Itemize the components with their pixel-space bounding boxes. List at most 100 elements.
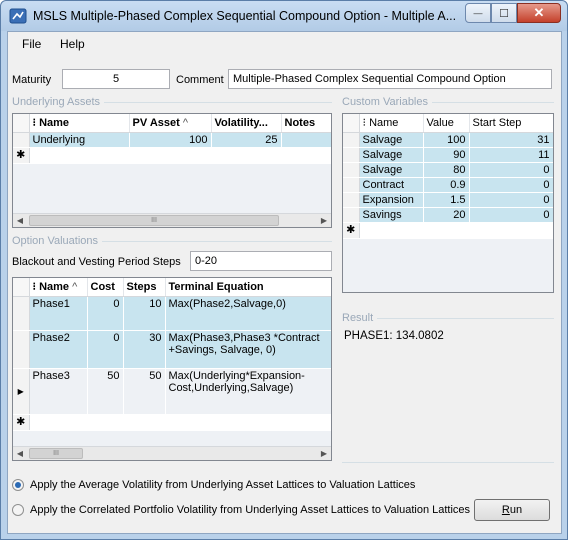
asset-notes-cell[interactable] — [281, 132, 331, 148]
phase-steps-cell[interactable]: 30 — [123, 330, 166, 369]
var-value-cell[interactable]: 100 — [423, 132, 470, 148]
col-header-notes[interactable]: Notes — [281, 114, 331, 133]
phase-cost-cell[interactable]: 0 — [87, 330, 124, 369]
maturity-label: Maturity — [12, 74, 52, 86]
new-row-icon: ✱ — [13, 147, 30, 164]
table-row[interactable]: Salvage 90 11 — [343, 147, 553, 163]
phase-cost-cell[interactable]: 0 — [87, 296, 124, 331]
asset-volatility-cell[interactable]: 25 — [211, 132, 282, 148]
table-row[interactable]: Phase1 0 10 Max(Phase2,Salvage,0) — [13, 296, 331, 331]
new-row-icon: ✱ — [343, 222, 360, 239]
comment-input[interactable]: Multiple-Phased Complex Sequential Compo… — [228, 69, 552, 89]
scroll-thumb[interactable]: III — [29, 215, 279, 226]
table-row[interactable]: Expansion 1.5 0 — [343, 192, 553, 208]
menu-file[interactable]: File — [22, 37, 41, 51]
scroll-right-icon[interactable]: ▶ — [317, 214, 331, 227]
col-header-phase-name[interactable]: ⁝ Name ^ — [29, 278, 88, 297]
col-header-volatility[interactable]: Volatility... — [211, 114, 282, 133]
phase-cost-cell[interactable]: 50 — [87, 368, 124, 415]
table-row[interactable]: Phase2 0 30 Max(Phase3,Phase3 *Contract … — [13, 330, 331, 369]
var-name-cell[interactable]: Salvage — [359, 147, 424, 163]
correlated-volatility-label[interactable]: Apply the Correlated Portfolio Volatilit… — [30, 504, 470, 516]
var-value-cell[interactable]: 80 — [423, 162, 470, 178]
blackout-input[interactable]: 0-20 — [190, 251, 332, 271]
var-value-cell[interactable]: 0.9 — [423, 177, 470, 193]
main-window: MSLS Multiple-Phased Complex Sequential … — [0, 0, 568, 540]
var-start-step-cell[interactable]: 0 — [469, 162, 553, 178]
var-value-cell[interactable]: 20 — [423, 207, 470, 223]
var-start-step-cell[interactable]: 31 — [469, 132, 553, 148]
var-value-cell[interactable]: 90 — [423, 147, 470, 163]
var-name-cell[interactable]: Expansion — [359, 192, 424, 208]
table-row[interactable]: Salvage 80 0 — [343, 162, 553, 178]
asset-grid-scrollbar[interactable]: ◀ III ▶ — [13, 213, 331, 227]
table-row[interactable]: ▶ Phase3 50 50 Max(Underlying*Expansion-… — [13, 368, 331, 415]
title-bar[interactable]: MSLS Multiple-Phased Complex Sequential … — [1, 1, 567, 31]
close-icon: ✕ — [533, 5, 545, 20]
col-header-cost[interactable]: Cost — [87, 278, 124, 297]
underlying-assets-title: Underlying Assets — [12, 96, 105, 108]
phase-name-cell[interactable]: Phase2 — [29, 330, 88, 369]
var-name-cell[interactable]: Salvage — [359, 162, 424, 178]
menu-bar: File Help — [8, 32, 561, 56]
scroll-left-icon[interactable]: ◀ — [13, 447, 27, 460]
var-start-step-cell[interactable]: 11 — [469, 147, 553, 163]
option-valuations-group: Option Valuations — [12, 235, 332, 249]
asset-name-cell[interactable]: Underlying — [29, 132, 130, 148]
correlated-volatility-radio[interactable] — [12, 504, 24, 516]
scroll-thumb[interactable]: III — [29, 448, 83, 459]
var-start-step-cell[interactable]: 0 — [469, 192, 553, 208]
asset-pv-cell[interactable]: 100 — [129, 132, 212, 148]
row-header-corner — [13, 114, 30, 133]
scroll-right-icon[interactable]: ▶ — [317, 447, 331, 460]
phase-name-cell[interactable]: Phase1 — [29, 296, 88, 331]
client-area: File Help Maturity 5 Comment Multiple-Ph… — [7, 31, 562, 534]
result-title: Result — [342, 312, 378, 324]
table-row[interactable]: Salvage 100 31 — [343, 132, 553, 148]
average-volatility-radio[interactable] — [12, 479, 24, 491]
table-row[interactable]: Savings 20 0 — [343, 207, 553, 223]
app-icon — [9, 8, 27, 24]
phase-equation-cell[interactable]: Max(Underlying*Expansion-Cost,Underlying… — [165, 368, 331, 415]
col-header-var-start-step[interactable]: Start Step — [469, 114, 553, 133]
var-name-cell[interactable]: Contract — [359, 177, 424, 193]
col-header-steps[interactable]: Steps — [123, 278, 166, 297]
var-name-cell[interactable]: Salvage — [359, 132, 424, 148]
underlying-assets-grid: ⁝ Name PV Asset ^ Volatility... Notes Un… — [12, 113, 332, 228]
option-valuations-title: Option Valuations — [12, 235, 103, 247]
sort-ascending-icon: ^ — [182, 116, 189, 129]
close-button[interactable]: ✕ — [517, 3, 561, 23]
var-start-step-cell[interactable]: 0 — [469, 207, 553, 223]
sort-ascending-icon: ^ — [72, 281, 78, 294]
phase-grid-scrollbar[interactable]: ◀ III ▶ — [13, 446, 331, 460]
new-row[interactable]: ✱ — [13, 414, 331, 431]
var-name-cell[interactable]: Savings — [359, 207, 424, 223]
phase-equation-cell[interactable]: Max(Phase3,Phase3 *Contract +Savings, Sa… — [165, 330, 331, 369]
menu-help[interactable]: Help — [60, 37, 85, 51]
run-button[interactable]: Run — [474, 499, 550, 521]
col-header-var-name[interactable]: ⁝ Name — [359, 114, 424, 133]
table-row[interactable]: Underlying 100 25 — [13, 132, 331, 148]
window-title: MSLS Multiple-Phased Complex Sequential … — [33, 9, 457, 23]
phase-name-cell[interactable]: Phase3 — [29, 368, 88, 415]
col-header-terminal-equation[interactable]: Terminal Equation — [165, 278, 331, 297]
var-value-cell[interactable]: 1.5 — [423, 192, 470, 208]
new-row[interactable]: ✱ — [13, 147, 331, 164]
custom-variables-title: Custom Variables — [342, 96, 432, 108]
phase-steps-cell[interactable]: 10 — [123, 296, 166, 331]
col-header-var-value[interactable]: Value — [423, 114, 470, 133]
col-header-pv-asset[interactable]: PV Asset ^ — [129, 114, 212, 133]
maximize-button[interactable]: ☐ — [491, 3, 517, 23]
custom-variables-grid: ⁝ Name Value Start Step Salvage 100 31 Sal… — [342, 113, 554, 293]
maturity-input[interactable]: 5 — [62, 69, 170, 89]
col-header-name[interactable]: ⁝ Name — [29, 114, 130, 133]
average-volatility-label[interactable]: Apply the Average Volatility from Underl… — [30, 479, 415, 491]
phase-equation-cell[interactable]: Max(Phase2,Salvage,0) — [165, 296, 331, 331]
scroll-left-icon[interactable]: ◀ — [13, 214, 27, 227]
custom-variables-group: Custom Variables — [342, 96, 554, 110]
table-row[interactable]: Contract 0.9 0 — [343, 177, 553, 193]
var-start-step-cell[interactable]: 0 — [469, 177, 553, 193]
minimize-button[interactable]: — — [465, 3, 491, 23]
new-row[interactable]: ✱ — [343, 222, 553, 239]
phase-steps-cell[interactable]: 50 — [123, 368, 166, 415]
